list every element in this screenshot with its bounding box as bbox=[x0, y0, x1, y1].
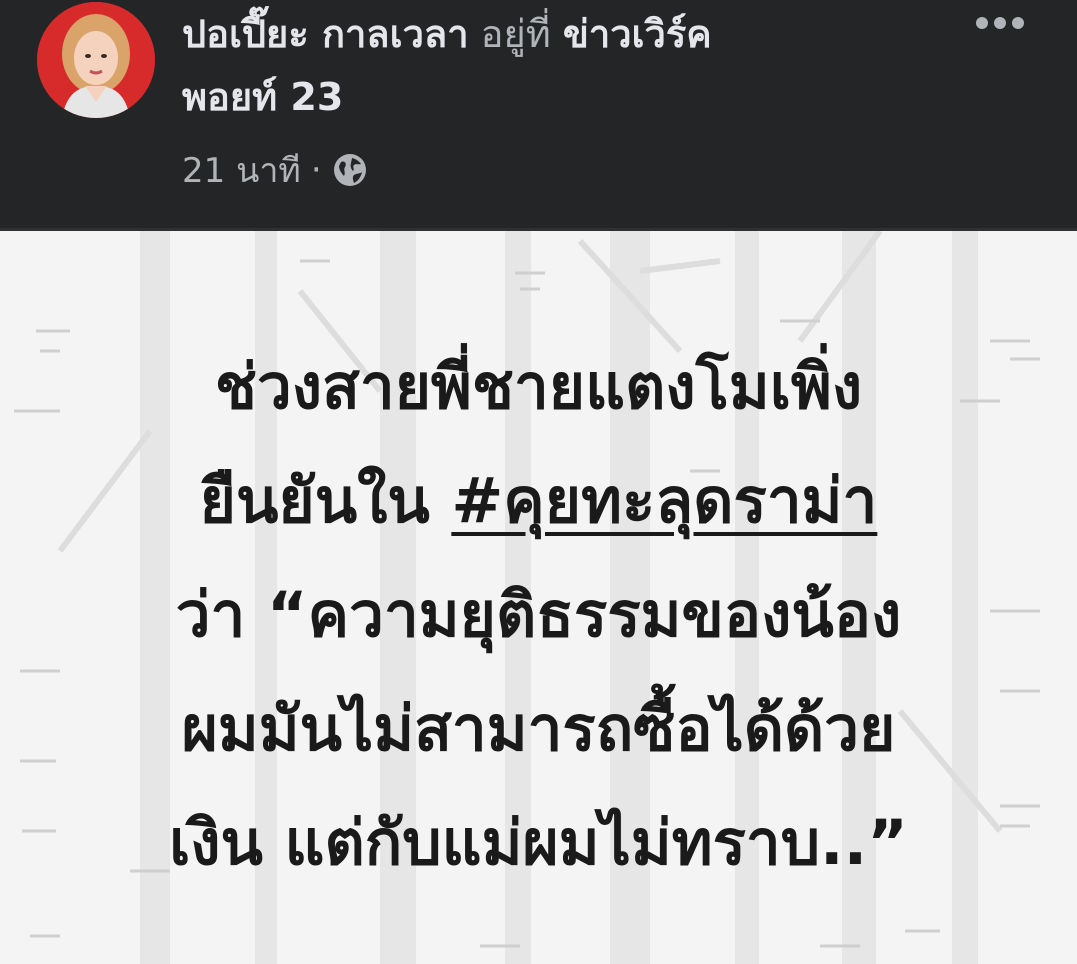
quote-line-1: ช่วงสายพี่ชายแตงโมเพิ่ง bbox=[214, 350, 863, 423]
quote-line-2: ยืนยันใน #คุยทะลุดราม่า bbox=[0, 463, 1077, 539]
quote-line-4: ผมมันไม่สามารถซื้อได้ด้วย bbox=[181, 692, 896, 765]
avatar-photo bbox=[37, 2, 155, 118]
meta-separator: · bbox=[310, 150, 322, 190]
post-meta: 21 นาที · bbox=[182, 148, 368, 192]
author-avatar[interactable] bbox=[37, 2, 155, 118]
hashtag-link: #คุยทะลุดราม่า bbox=[451, 464, 878, 537]
quote-line-3: ว่า “ความยุติธรรมของน้อง bbox=[175, 578, 902, 651]
location-name[interactable]: ข่าวเวิร์ค bbox=[563, 12, 712, 56]
author-line: ปอเปี๊ยะ กาลเวลา อยู่ที่ ข่าวเวิร์ค bbox=[182, 11, 902, 57]
location-name-continued[interactable]: พอยท์ 23 bbox=[182, 75, 343, 119]
author-name[interactable]: ปอเปี๊ยะ กาลเวลา bbox=[182, 12, 469, 56]
quote-line-2-text: ยืนยันใน bbox=[199, 464, 430, 537]
location-prefix: อยู่ที่ bbox=[480, 12, 551, 56]
quote-line-5: เงิน แต่กับแม่ผมไม่ทราบ..” bbox=[169, 806, 908, 879]
location-line: พอยท์ 23 bbox=[182, 74, 902, 120]
post-header: ปอเปี๊ยะ กาลเวลา อยู่ที่ ข่าวเวิร์ค พอยท… bbox=[0, 0, 1077, 228]
post-time[interactable]: 21 นาที bbox=[182, 143, 301, 197]
post-image[interactable]: ช่วงสายพี่ชายแตงโมเพิ่ง ยืนยันใน #คุยทะล… bbox=[0, 231, 1077, 964]
more-options-icon[interactable] bbox=[972, 8, 1028, 38]
globe-icon bbox=[332, 152, 368, 188]
